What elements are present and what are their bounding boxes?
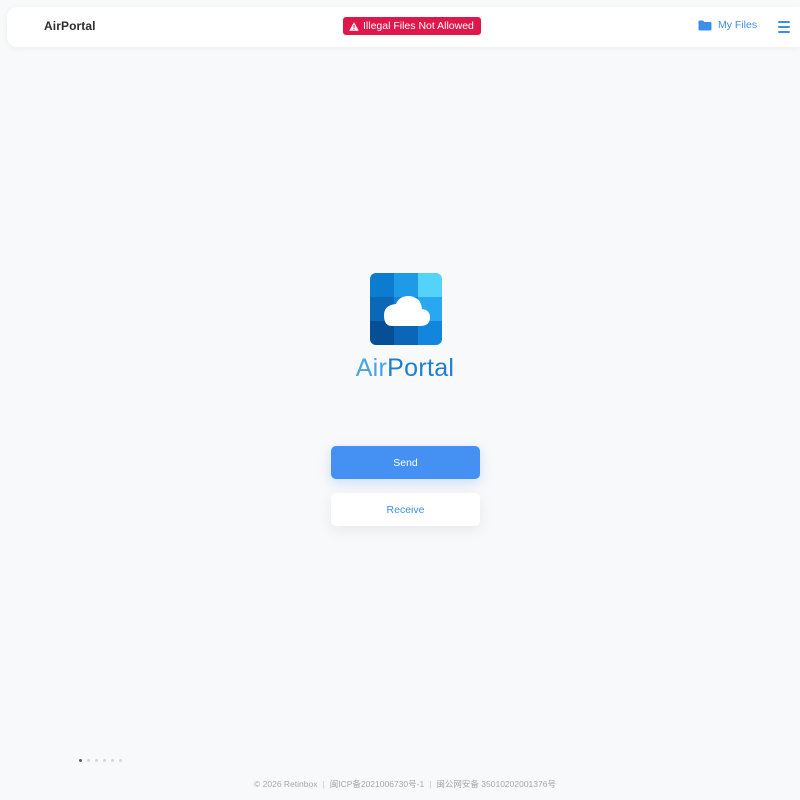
pager-dot[interactable]	[95, 759, 98, 762]
folder-icon	[698, 20, 712, 30]
pager-dot[interactable]	[79, 759, 82, 762]
warning-badge: Illegal Files Not Allowed	[343, 17, 481, 35]
logo-text-air: Air	[355, 354, 388, 382]
warning-triangle-icon	[349, 21, 359, 31]
footer-divider: |	[429, 779, 432, 789]
header-bar: AirPortal Illegal Files Not Allowed My F…	[7, 7, 800, 47]
my-files-label: My Files	[718, 19, 758, 31]
logo-wordmark: AirPortal	[0, 354, 800, 383]
footer-divider: |	[322, 779, 325, 789]
pager-dot[interactable]	[103, 759, 106, 762]
brand-name[interactable]: AirPortal	[44, 19, 96, 33]
logo-text-portal: Portal	[387, 354, 455, 382]
receive-button[interactable]: Receive	[331, 493, 480, 526]
footer-copyright: © 2026 Retinbox	[254, 779, 318, 789]
cloud-logo-icon	[370, 273, 442, 345]
pager-dots	[79, 759, 122, 762]
footer-icp-link[interactable]: 闽ICP备2021006730号-1	[330, 779, 425, 789]
warning-text: Illegal Files Not Allowed	[363, 20, 474, 32]
pager-dot[interactable]	[87, 759, 90, 762]
pager-dot[interactable]	[119, 759, 122, 762]
footer: © 2026 Retinbox | 闽ICP备2021006730号-1 | 闽公网安备…	[0, 778, 800, 790]
send-button[interactable]: Send	[331, 446, 480, 479]
hamburger-menu-icon[interactable]	[778, 21, 790, 33]
footer-police-link[interactable]: 闽公网安备 35010202001376号	[436, 779, 556, 789]
pager-dot[interactable]	[111, 759, 114, 762]
my-files-link[interactable]: My Files	[698, 19, 757, 31]
page: AirPortal Illegal Files Not Allowed My F…	[0, 0, 800, 800]
